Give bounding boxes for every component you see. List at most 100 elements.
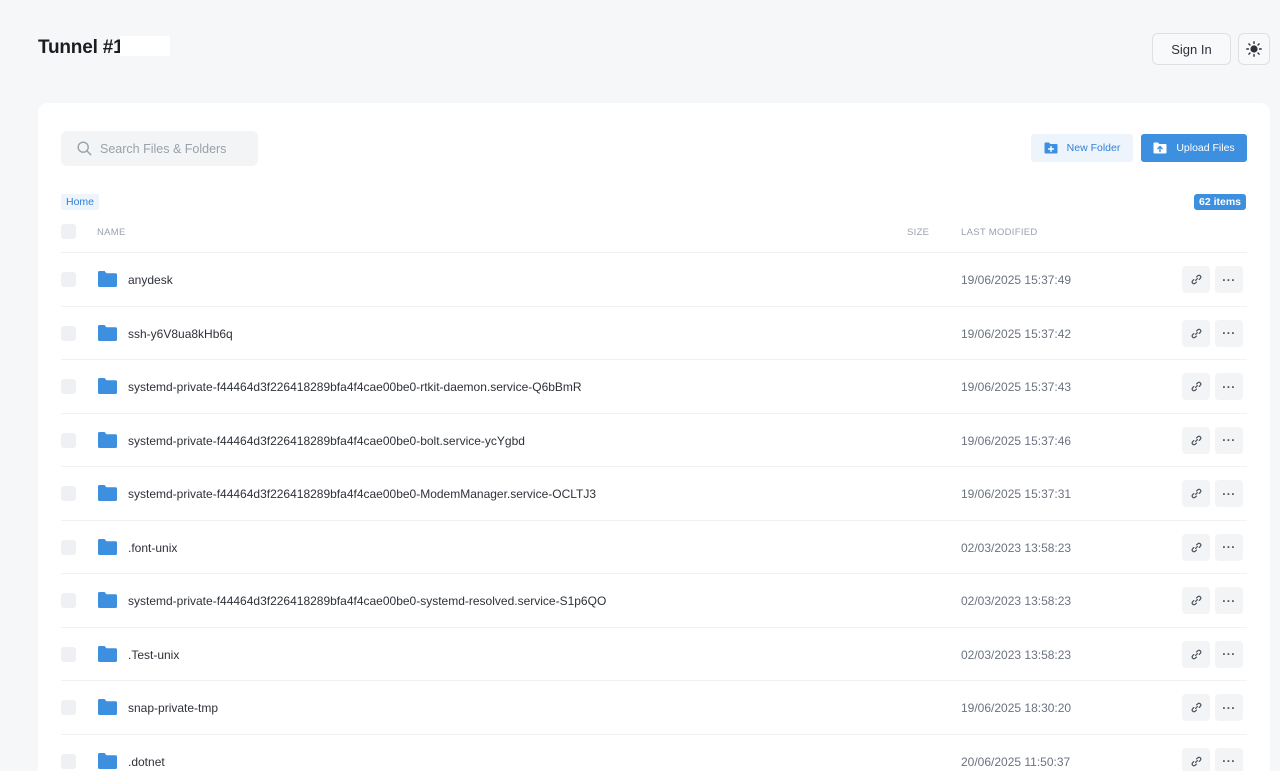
breadcrumb-home[interactable]: Home (61, 194, 100, 210)
column-header-name[interactable]: NAME (97, 227, 126, 238)
new-folder-button[interactable]: New Folder (1031, 134, 1133, 162)
more-icon: ··· (1222, 272, 1236, 287)
row-checkbox[interactable] (61, 700, 76, 715)
row-checkbox[interactable] (61, 539, 76, 555)
last-modified: 02/03/2023 13:58:23 (961, 594, 1072, 608)
link-icon (1191, 328, 1201, 338)
file-name[interactable]: systemd-private-f44464d3f226418289bfa4f4… (128, 594, 606, 608)
more-icon: ··· (1222, 754, 1236, 768)
file-name[interactable]: ssh-y6V8ua8kHb6q (128, 327, 233, 341)
copy-link-button[interactable] (1182, 266, 1210, 293)
row-checkbox[interactable] (61, 379, 76, 394)
folder-icon (98, 752, 117, 769)
file-name[interactable]: .dotnet (128, 755, 165, 769)
table-row[interactable]: .font-unix 02/03/2023 13:58:23 ··· (61, 521, 1247, 574)
folder-icon (98, 324, 117, 341)
sign-in-button[interactable]: Sign In (1152, 33, 1231, 65)
table-row[interactable]: .dotnet 20/06/2025 11:50:37 ··· (61, 735, 1247, 771)
column-header-modified[interactable]: LAST MODIFIED (961, 227, 1038, 238)
copy-link-button[interactable] (1182, 426, 1210, 454)
folder-icon (98, 485, 117, 501)
link-icon (1191, 381, 1201, 392)
more-options-button[interactable]: ··· (1215, 480, 1243, 507)
more-options-button[interactable]: ··· (1215, 319, 1243, 347)
file-name[interactable]: systemd-private-f44464d3f226418289bfa4f4… (128, 487, 596, 501)
select-all-checkbox[interactable] (61, 224, 76, 239)
more-options-button[interactable]: ··· (1215, 587, 1243, 614)
more-options-button[interactable]: ··· (1215, 640, 1243, 668)
more-options-button[interactable]: ··· (1215, 694, 1243, 721)
folder-icon (98, 431, 117, 448)
last-modified: 02/03/2023 13:58:23 (961, 540, 1072, 555)
link-icon (1191, 649, 1201, 659)
table-header: NAME SIZE LAST MODIFIED (61, 223, 1247, 253)
row-checkbox[interactable] (61, 325, 76, 341)
copy-link-button[interactable] (1182, 319, 1210, 347)
copy-link-button[interactable] (1182, 694, 1210, 721)
table-row[interactable]: .Test-unix 02/03/2023 13:58:23 ··· (61, 628, 1247, 681)
search-input[interactable] (100, 141, 250, 156)
link-icon (1191, 274, 1201, 285)
link-icon (1191, 435, 1201, 445)
more-icon: ··· (1222, 379, 1236, 394)
item-count-badge: 62 items (1194, 194, 1247, 210)
more-icon: ··· (1222, 486, 1236, 501)
table-row[interactable]: systemd-private-f44464d3f226418289bfa4f4… (61, 574, 1247, 628)
redaction-block (119, 36, 170, 56)
more-options-button[interactable]: ··· (1215, 747, 1243, 771)
table-row[interactable]: anydesk 19/06/2025 15:37:49 ··· (61, 253, 1247, 307)
more-options-button[interactable]: ··· (1215, 426, 1243, 454)
folder-upload-icon (1153, 142, 1167, 154)
folder-icon (98, 592, 117, 608)
file-name[interactable]: systemd-private-f44464d3f226418289bfa4f4… (128, 380, 582, 394)
search-box[interactable] (61, 131, 258, 166)
copy-link-button[interactable] (1182, 640, 1210, 668)
row-checkbox[interactable] (61, 272, 76, 287)
copy-link-button[interactable] (1182, 533, 1210, 561)
upload-files-label: Upload Files (1176, 142, 1235, 154)
link-icon (1191, 595, 1201, 606)
new-folder-label: New Folder (1066, 142, 1121, 154)
last-modified: 19/06/2025 15:37:31 (961, 487, 1072, 501)
more-icon: ··· (1222, 593, 1236, 608)
last-modified: 19/06/2025 18:30:20 (961, 701, 1072, 715)
column-header-size[interactable]: SIZE (907, 227, 929, 238)
copy-link-button[interactable] (1182, 480, 1210, 507)
file-name[interactable]: snap-private-tmp (128, 701, 218, 715)
copy-link-button[interactable] (1182, 587, 1210, 614)
page-title: Tunnel #14 (38, 36, 170, 59)
sun-icon (1246, 41, 1262, 57)
file-name[interactable]: .Test-unix (128, 648, 179, 662)
row-checkbox[interactable] (61, 432, 76, 448)
link-icon (1191, 542, 1201, 552)
table-row[interactable]: systemd-private-f44464d3f226418289bfa4f4… (61, 360, 1247, 414)
link-icon (1191, 702, 1201, 713)
more-icon: ··· (1222, 540, 1236, 554)
table-row[interactable]: ssh-y6V8ua8kHb6q 19/06/2025 15:37:42 ··· (61, 307, 1247, 360)
table-row[interactable]: systemd-private-f44464d3f226418289bfa4f4… (61, 467, 1247, 521)
file-name[interactable]: .font-unix (128, 541, 177, 555)
row-checkbox[interactable] (61, 646, 76, 662)
copy-link-button[interactable] (1182, 373, 1210, 400)
page: Tunnel #14 Sign In Search Files & Folder… (0, 0, 1280, 771)
last-modified: 19/06/2025 15:37:42 (961, 326, 1072, 341)
table-row[interactable]: snap-private-tmp 19/06/2025 18:30:20 ··· (61, 681, 1247, 735)
row-checkbox[interactable] (61, 753, 76, 769)
theme-toggle-button[interactable] (1238, 33, 1270, 65)
table-row[interactable]: systemd-private-f44464d3f226418289bfa4f4… (61, 414, 1247, 467)
last-modified: 02/03/2023 13:58:23 (961, 647, 1072, 662)
link-icon (1191, 756, 1201, 766)
file-name[interactable]: systemd-private-f44464d3f226418289bfa4f4… (128, 434, 525, 448)
more-icon: ··· (1222, 700, 1236, 715)
file-list: anydesk 19/06/2025 15:37:49 ··· ssh-y6V8ua8… (61, 253, 1247, 771)
copy-link-button[interactable] (1182, 747, 1210, 771)
more-options-button[interactable]: ··· (1215, 373, 1243, 400)
file-name[interactable]: anydesk (128, 273, 173, 287)
row-checkbox[interactable] (61, 593, 76, 608)
more-options-button[interactable]: ··· (1215, 533, 1243, 561)
link-icon (1191, 488, 1201, 499)
row-checkbox[interactable] (61, 486, 76, 501)
upload-files-button[interactable]: Upload Files (1141, 134, 1247, 162)
more-options-button[interactable]: ··· (1215, 266, 1243, 293)
folder-icon (98, 271, 117, 287)
